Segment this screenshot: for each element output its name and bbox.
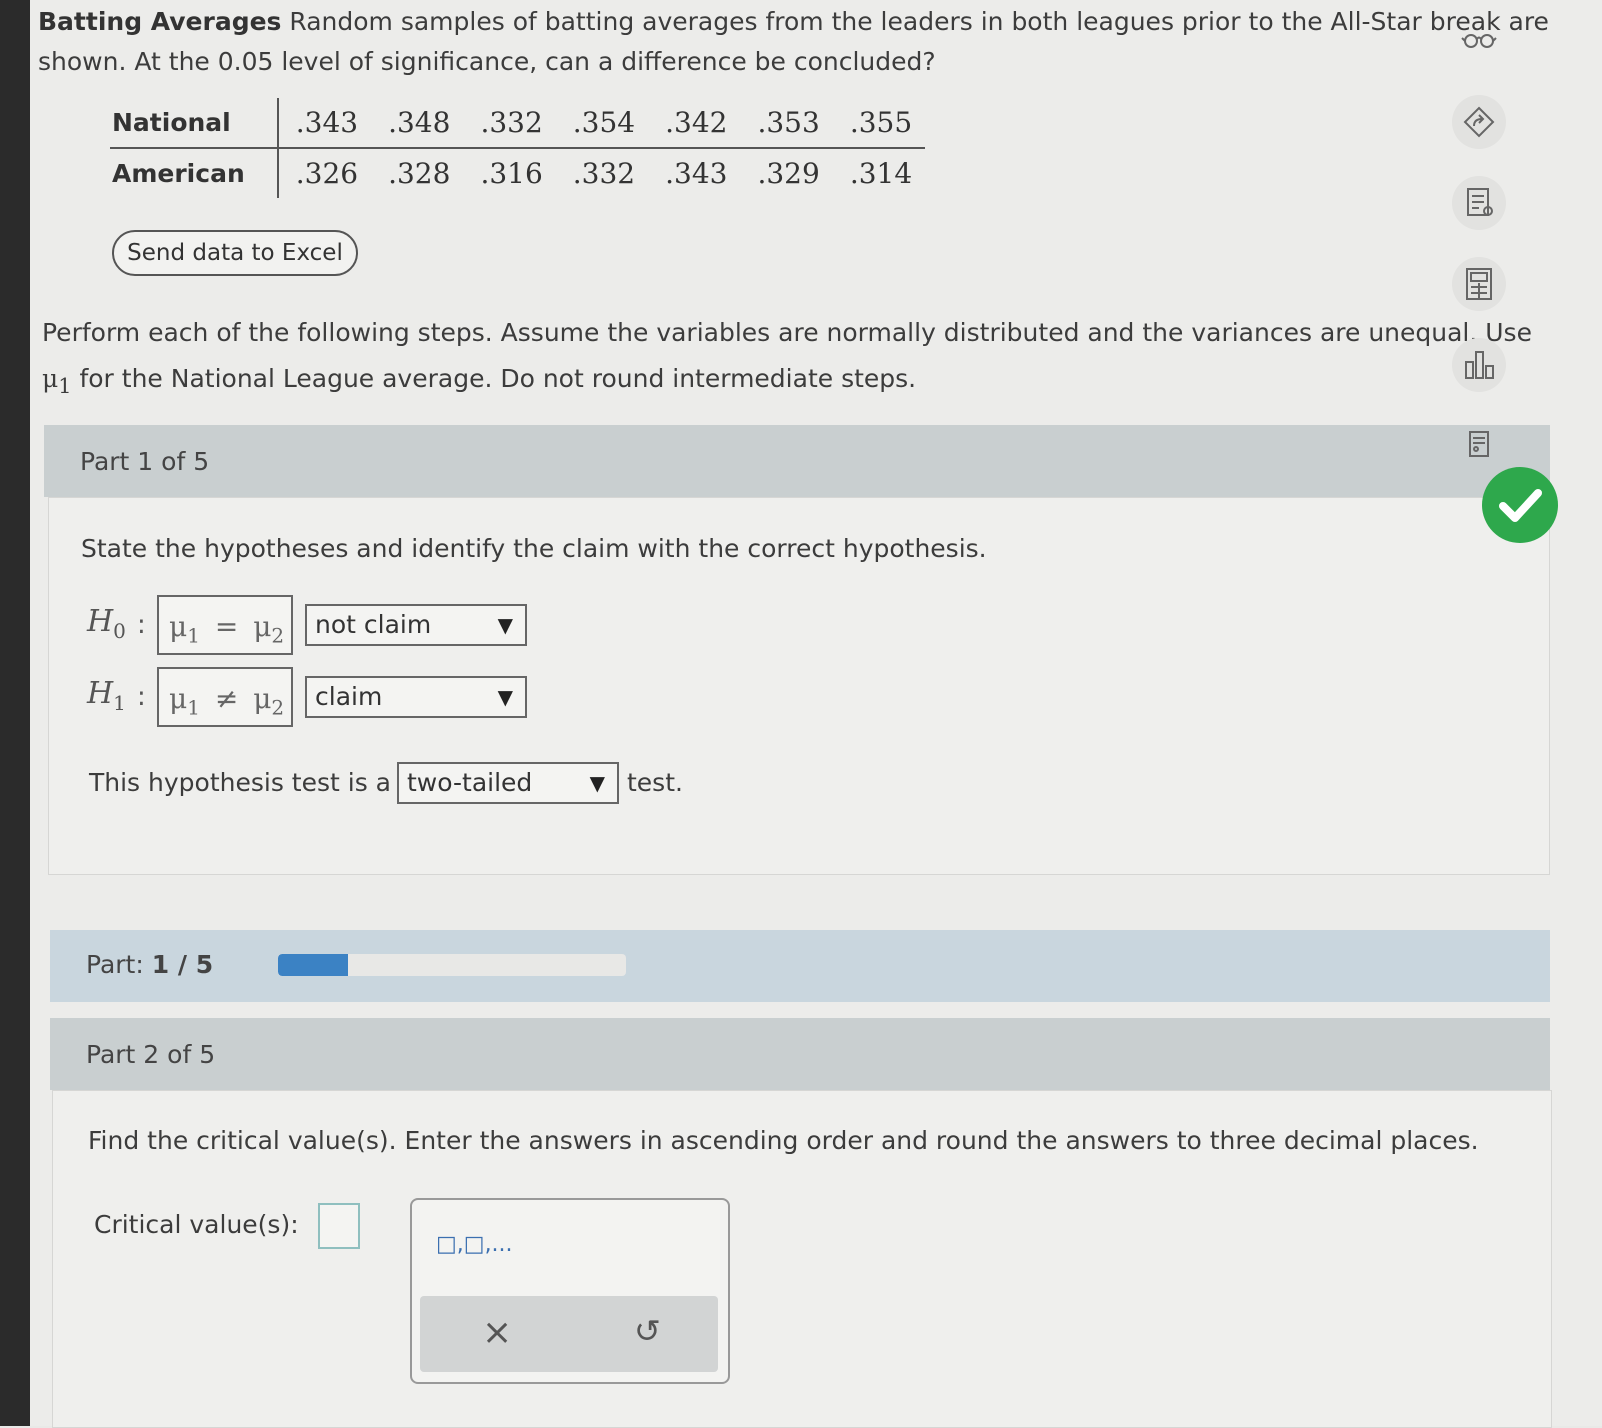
h0-claim-value: not claim	[315, 610, 432, 639]
test-type-prefix: This hypothesis test is a	[89, 768, 392, 797]
instructions-text-b: for the National League average. Do not …	[71, 364, 917, 393]
table-cell: .329	[757, 157, 820, 190]
h1-mu2: μ	[253, 682, 272, 715]
palette-toolbar: × ↺	[420, 1296, 718, 1372]
h0-operator: =	[214, 610, 239, 643]
h0-expression-box[interactable]: μ1 = μ2	[157, 595, 293, 655]
part2-prompt: Find the critical value(s). Enter the an…	[88, 1126, 1479, 1155]
h1-subscript: 1	[113, 691, 126, 715]
h0-mu1-sub: 1	[187, 623, 200, 648]
device-bezel	[0, 0, 30, 1426]
dropdown-arrow-icon: ▼	[497, 685, 513, 709]
instructions-text-a: Perform each of the following steps. Ass…	[42, 318, 1532, 347]
h1-label: H1	[87, 676, 126, 715]
table-cell: .355	[832, 98, 926, 149]
table-cell: .314	[849, 157, 913, 190]
dropdown-arrow-icon: ▼	[497, 613, 513, 637]
progress-separator: /	[169, 950, 196, 979]
mu-subscript: 1	[58, 374, 72, 398]
problem-title: Batting Averages	[38, 7, 282, 36]
table-cell: .332	[572, 157, 636, 190]
h0-subscript: 0	[113, 619, 126, 643]
h1-operator: ≠	[214, 682, 239, 715]
row-label-american: American	[110, 148, 279, 198]
worksheet-icon[interactable]	[1452, 420, 1506, 474]
h1-colon: :	[137, 682, 146, 712]
question-page: Batting Averages Random samples of batti…	[30, 0, 1602, 1428]
h1-letter: H	[87, 676, 114, 711]
table-row: National .343 .348 .332 .354 .342 .353 .…	[110, 98, 926, 149]
progress-label: Part: 1 / 5	[86, 950, 213, 979]
table-cell: .348	[371, 98, 464, 149]
problem-statement: Batting Averages Random samples of batti…	[38, 2, 1568, 82]
h0-letter: H	[87, 604, 114, 639]
row-label-national: National	[110, 98, 279, 149]
clear-icon[interactable]: ×	[482, 1312, 512, 1353]
glasses-icon[interactable]	[1452, 14, 1506, 68]
progress-bar	[278, 954, 626, 976]
table-cell: .342	[648, 98, 741, 149]
table-row: American .326 .328 .316 .332 .343 .329 .…	[110, 148, 925, 198]
table-cell: .354	[555, 98, 649, 149]
critical-value-label: Critical value(s):	[94, 1210, 299, 1239]
critical-value-input[interactable]	[318, 1203, 360, 1249]
table-cell: .332	[463, 98, 556, 149]
chart-icon[interactable]	[1452, 338, 1506, 392]
h0-mu2: μ	[253, 610, 272, 643]
progress-current: 1	[151, 950, 170, 979]
h1-expression-box[interactable]: μ1 ≠ μ2	[157, 667, 293, 727]
h0-mu2-sub: 2	[271, 623, 285, 648]
table-cell: .343	[277, 98, 372, 149]
part1-header: Part 1 of 5	[44, 425, 1550, 497]
mu-symbol: μ	[42, 364, 59, 393]
progress-bar-fill	[278, 954, 348, 976]
test-type-select[interactable]: two-tailed ▼	[397, 762, 619, 804]
table-cell: .353	[740, 98, 833, 149]
test-type-value: two-tailed	[407, 768, 533, 797]
data-table: National .343 .348 .332 .354 .342 .353 .…	[110, 98, 926, 198]
table-cell: .326	[295, 157, 359, 190]
table-cell: .328	[388, 157, 451, 190]
h0-claim-select[interactable]: not claim ▼	[305, 604, 527, 646]
progress-total: 5	[195, 950, 214, 979]
h1-mu1: μ	[169, 682, 188, 715]
check-icon	[1482, 467, 1558, 543]
part2-title: Part 2 of 5	[86, 1040, 216, 1069]
instructions: Perform each of the following steps. Ass…	[42, 310, 1562, 409]
undo-icon[interactable]: ↺	[634, 1312, 661, 1350]
calculator-icon[interactable]	[1452, 257, 1506, 311]
table-cell: .316	[480, 157, 543, 190]
h1-claim-value: claim	[315, 682, 383, 711]
part2-header: Part 2 of 5	[50, 1018, 1550, 1090]
dropdown-arrow-icon: ▼	[589, 771, 605, 795]
part1-body: State the hypotheses and identify the cl…	[48, 497, 1550, 875]
h0-colon: :	[137, 610, 146, 640]
send-to-excel-button[interactable]: Send data to Excel	[112, 230, 358, 276]
list-template-button[interactable]: □,□,...	[436, 1232, 513, 1257]
h0-label: H0	[87, 604, 126, 643]
h1-mu2-sub: 2	[271, 695, 285, 720]
test-type-suffix: test.	[627, 768, 683, 797]
h0-mu1: μ	[169, 610, 188, 643]
table-cell: .343	[665, 157, 728, 190]
share-icon[interactable]	[1452, 95, 1506, 149]
progress-prefix: Part:	[86, 950, 152, 979]
part1-title: Part 1 of 5	[80, 447, 210, 476]
h1-claim-select[interactable]: claim ▼	[305, 676, 527, 718]
notes-icon[interactable]	[1452, 176, 1506, 230]
math-palette: □,□,... × ↺	[410, 1198, 730, 1384]
part1-prompt: State the hypotheses and identify the cl…	[81, 534, 987, 563]
h1-mu1-sub: 1	[187, 695, 200, 720]
part-progress: Part: 1 / 5	[50, 930, 1550, 1002]
